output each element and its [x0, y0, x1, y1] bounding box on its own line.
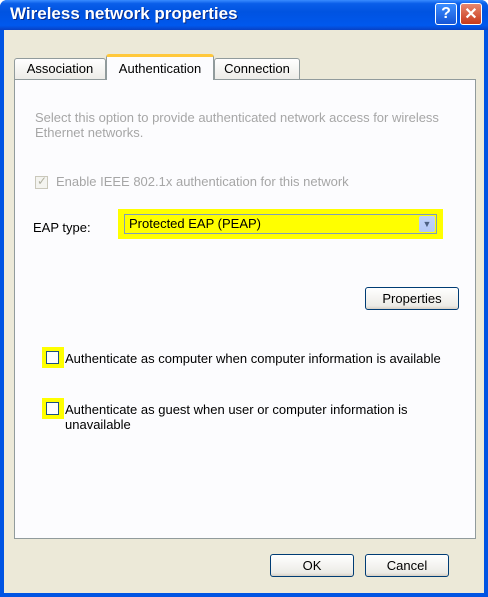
dialog-client-area: Association Authentication Connection Se…	[4, 30, 484, 593]
tab-connection[interactable]: Connection	[214, 58, 300, 80]
eap-type-select[interactable]: Protected EAP (PEAP) ▼	[118, 209, 443, 239]
tab-association[interactable]: Association	[14, 58, 106, 80]
cancel-button[interactable]: Cancel	[365, 554, 449, 577]
close-button[interactable]: ✕	[460, 3, 482, 25]
auth-as-computer-label: Authenticate as computer when computer i…	[65, 351, 441, 366]
eap-type-label: EAP type:	[33, 220, 91, 235]
help-icon: ?	[441, 5, 451, 22]
description-text: Select this option to provide authentica…	[35, 110, 439, 140]
help-button[interactable]: ?	[435, 3, 457, 25]
properties-button[interactable]: Properties	[365, 287, 459, 310]
auth-as-computer-checkbox[interactable]	[46, 351, 59, 364]
chevron-down-icon[interactable]: ▼	[419, 216, 435, 232]
eap-type-field: Protected EAP (PEAP) ▼	[124, 214, 437, 234]
eap-type-value: Protected EAP (PEAP)	[129, 216, 261, 231]
enable-8021x-checkbox[interactable]	[35, 174, 48, 189]
dialog-window: Wireless network properties ? ✕ Associat…	[0, 0, 488, 597]
auth-as-guest-label: Authenticate as guest when user or compu…	[65, 402, 408, 432]
authentication-panel: Select this option to provide authentica…	[14, 79, 476, 539]
ok-button[interactable]: OK	[270, 554, 354, 577]
tab-authentication[interactable]: Authentication	[106, 54, 214, 80]
close-icon: ✕	[464, 6, 478, 23]
enable-8021x-label: Enable IEEE 802.1x authentication for th…	[56, 174, 349, 189]
title-bar[interactable]: Wireless network properties ? ✕	[0, 0, 488, 30]
auth-as-guest-checkbox[interactable]	[46, 402, 59, 415]
window-title: Wireless network properties	[10, 4, 238, 23]
